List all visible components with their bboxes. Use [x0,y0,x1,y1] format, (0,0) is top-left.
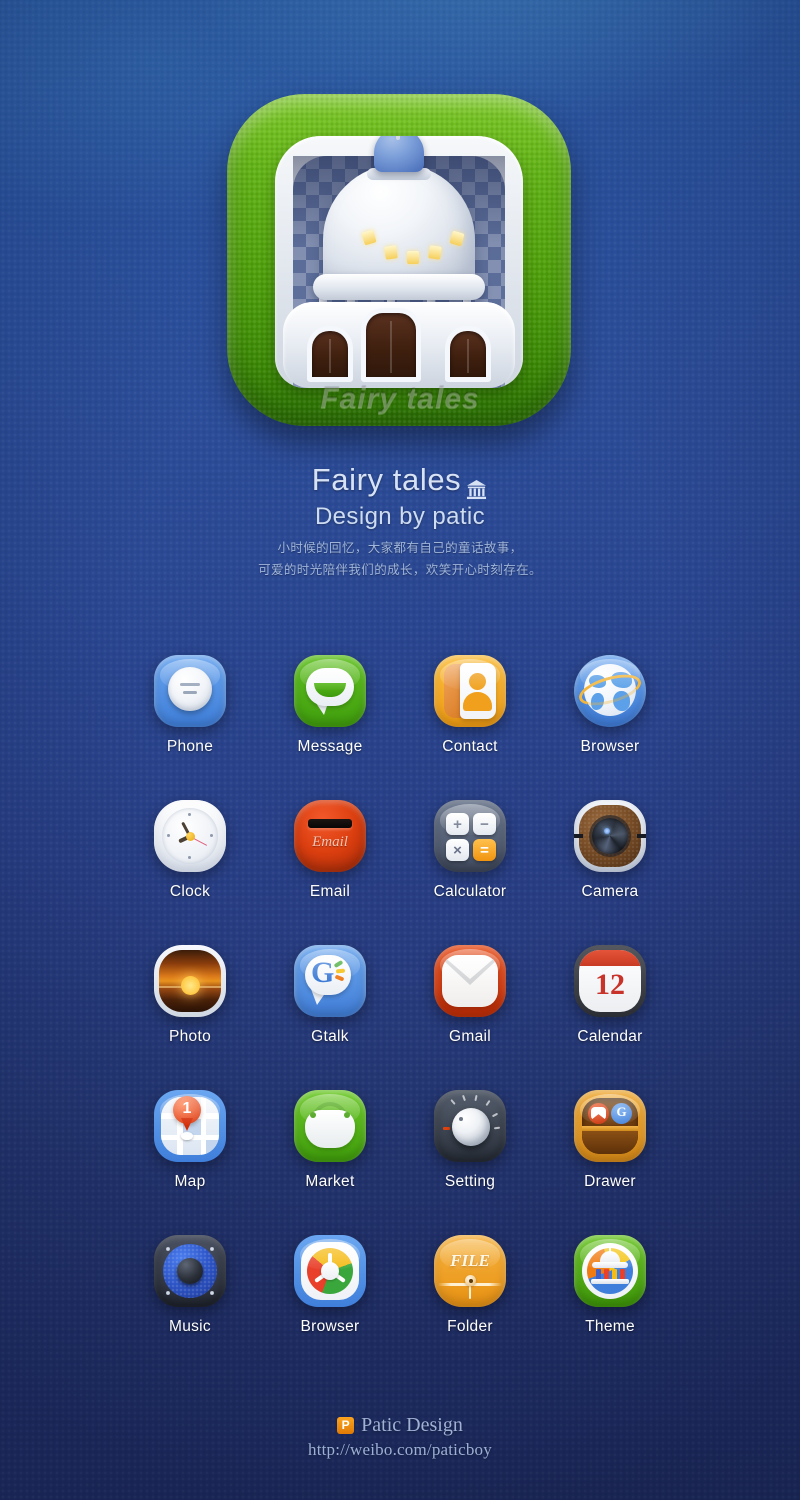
app-cell-calendar[interactable]: 12 Calendar [550,945,670,1046]
clock-icon[interactable] [154,800,226,872]
calc-key-plus: + [446,813,469,835]
app-label: Calendar [577,1028,643,1045]
app-cell-theme[interactable]: Theme [550,1235,670,1336]
app-cell-message[interactable]: Message [270,655,390,756]
app-cell-photo[interactable]: Photo [130,945,250,1046]
mailbox-icon[interactable]: Email [294,800,366,872]
wallpaper-showcase-page: Fairy tales Fairy tales Design by patic … [0,0,800,1500]
palace-door-right [445,326,491,382]
app-label: Message [297,738,363,755]
speaker-icon[interactable] [154,1235,226,1307]
knob-icon[interactable] [434,1090,506,1162]
hero-wordmark: Fairy tales [320,382,480,415]
gtalk-letter: G [311,956,335,989]
app-label: Gtalk [311,1028,349,1045]
calculator-icon[interactable]: + − × = [434,800,506,872]
footer: P Patic Design http://weibo.com/paticboy [0,1414,800,1460]
blue-cupola [374,136,424,172]
app-label: Setting [444,1173,496,1190]
dome-window [428,245,442,260]
app-label: Map [174,1173,206,1190]
description-line-1: 小时候的回忆，大家都有自己的童话故事， [277,541,523,555]
folder-wordmark: FILE [450,1251,490,1270]
app-cell-phone[interactable]: Phone [130,655,250,756]
app-cell-gtalk[interactable]: G Gtalk [270,945,390,1046]
app-drawer-icon[interactable] [574,1090,646,1162]
title-block: Fairy tales Design by patic 小时候的回忆，大家都有自… [0,462,800,578]
theme-temple-icon[interactable] [574,1235,646,1307]
app-label: Clock [169,883,211,900]
app-label: Theme [585,1318,635,1335]
hero-palace-illustration [275,136,523,388]
app-label: Browser [300,1318,360,1335]
app-cell-gmail[interactable]: Gmail [410,945,530,1046]
footer-brand-text: Patic Design [361,1414,463,1436]
app-cell-music[interactable]: Music [130,1235,250,1336]
calendar-day-number: 12 [595,968,625,1001]
app-label: Music [169,1318,211,1335]
app-cell-market[interactable]: Market [270,1090,390,1191]
patic-logo-icon: P [337,1417,355,1434]
description-line-2: 可爱的时光陪伴我们的成长，欢笑开心时刻存在。 [258,563,542,577]
app-label: Camera [581,883,639,900]
app-label: Drawer [584,1173,636,1190]
app-label: Market [305,1173,355,1190]
page-title: Fairy tales [311,462,489,499]
map-pin-badge: 1 [182,1100,192,1117]
app-label: Contact [442,738,498,755]
globe-icon[interactable] [574,655,646,727]
calc-key-equals: = [473,839,496,861]
app-label: Folder [447,1318,493,1335]
gtalk-icon[interactable]: G [294,945,366,1017]
footer-brand: P Patic Design [337,1414,463,1437]
app-label: Browser [580,738,640,755]
photo-icon[interactable] [154,945,226,1017]
app-label: Photo [168,1028,211,1045]
contact-icon[interactable] [434,655,506,727]
app-cell-browser2[interactable]: Browser [270,1235,390,1336]
camera-icon[interactable] [574,800,646,872]
temple-icon [465,472,488,499]
palace-door-left [307,326,353,382]
calc-key-minus: − [473,813,496,835]
app-label: Email [309,883,351,900]
compass-icon[interactable] [294,1235,366,1307]
flag-mast [396,136,400,140]
calendar-icon[interactable]: 12 [574,945,646,1017]
page-subtitle: Design by patic [314,503,486,530]
fairy-tales-palace-icon[interactable]: Fairy tales [221,84,579,434]
palace-door-center [361,308,421,382]
dome-rim [313,274,485,300]
drawer-mini-gmail-icon [588,1103,609,1124]
app-cell-folder[interactable]: FILE Folder [410,1235,530,1336]
app-label: Gmail [449,1028,491,1045]
folder-icon[interactable]: FILE [434,1235,506,1307]
app-cell-setting[interactable]: Setting [410,1090,530,1191]
app-cell-contact[interactable]: Contact [410,655,530,756]
drawer-mini-gtalk-icon [611,1103,632,1124]
app-cell-camera[interactable]: Camera [550,800,670,901]
app-cell-browser[interactable]: Browser [550,655,670,756]
app-label: Calculator [433,883,507,900]
app-cell-clock[interactable]: Clock [130,800,250,901]
dome-window [384,245,398,260]
gmail-icon[interactable] [434,945,506,1017]
map-pin-icon[interactable]: 1 [154,1090,226,1162]
app-cell-calculator[interactable]: + − × = Calculator [410,800,530,901]
palace-base-wall [283,302,515,388]
app-cell-map[interactable]: 1 Map [130,1090,250,1191]
app-title-text: Fairy tales [311,462,462,497]
phone-icon[interactable] [154,655,226,727]
dome-window [407,251,419,264]
shopping-bag-icon[interactable] [294,1090,366,1162]
calc-key-times: × [446,839,469,861]
footer-url-link[interactable]: http://weibo.com/paticboy [0,1440,800,1460]
app-cell-drawer[interactable]: Drawer [550,1090,670,1191]
message-icon[interactable] [294,655,366,727]
app-icon-grid: Phone Message Contact Browser Clock Emai… [120,655,680,1336]
email-wordmark: Email [312,834,348,850]
app-label: Phone [166,738,214,755]
app-cell-email[interactable]: Email Email [270,800,390,901]
hero-section: Fairy tales [0,84,800,434]
